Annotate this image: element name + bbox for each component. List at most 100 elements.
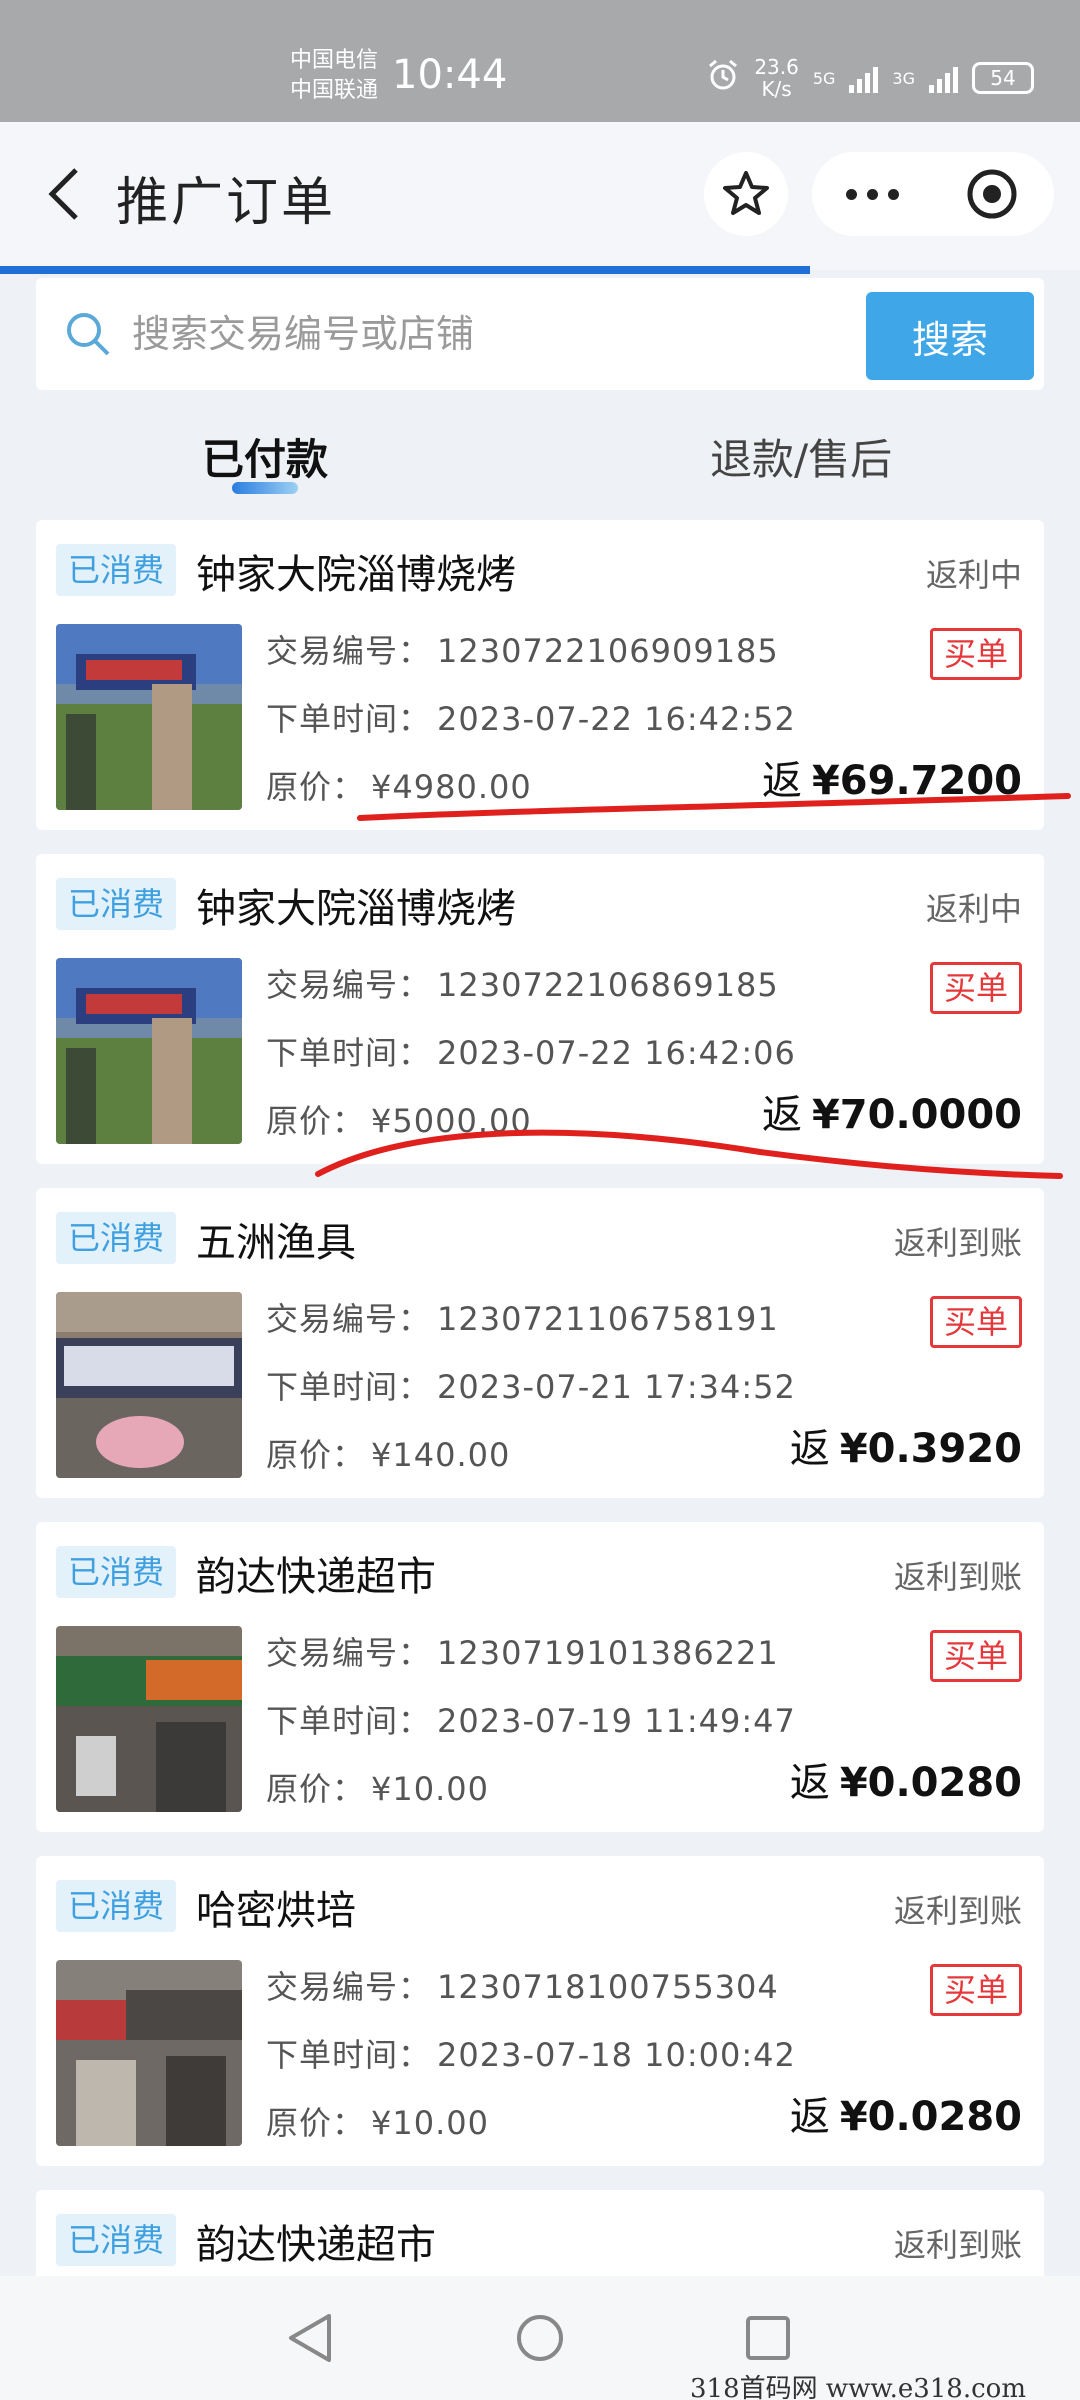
carrier-2: 中国联通 bbox=[290, 78, 379, 103]
transaction-number-label: 交易编号： bbox=[266, 1968, 432, 2006]
shop-photo bbox=[56, 1292, 242, 1478]
rebate-label: 返 bbox=[789, 1426, 830, 1472]
net-type-2: 3G bbox=[892, 68, 915, 88]
shop-name: 钟家大院淄博烧烤 bbox=[196, 552, 516, 598]
shop-name: 钟家大院淄博烧烤 bbox=[196, 886, 516, 932]
order-tabs: 已付款 退款/售后 bbox=[0, 420, 1080, 500]
order-time-row: 下单时间： 2023-07-22 16:42:52 bbox=[266, 694, 796, 740]
order-card[interactable]: 已消费 韵达快递超市 返利到账 交易编号： 1230719101386221 下单… bbox=[36, 1522, 1044, 1832]
order-time: 2023-07-22 16:42:06 bbox=[437, 1034, 796, 1072]
original-price: ¥4980.00 bbox=[371, 768, 532, 806]
order-time-label: 下单时间： bbox=[266, 1034, 432, 1072]
order-time: 2023-07-21 17:34:52 bbox=[437, 1368, 796, 1406]
order-time: 2023-07-18 10:00:42 bbox=[437, 2036, 796, 2074]
alarm-icon bbox=[706, 58, 740, 98]
transaction-number-label: 交易编号： bbox=[266, 1634, 432, 1672]
favorite-button[interactable] bbox=[704, 152, 788, 236]
buy-tag: 买单 bbox=[930, 1964, 1022, 2016]
order-card[interactable]: 已消费 五洲渔具 返利到账 交易编号： 1230721106758191 下单时间… bbox=[36, 1188, 1044, 1498]
buy-tag: 买单 bbox=[930, 962, 1022, 1014]
order-card[interactable]: 已消费 哈密烘培 返利到账 交易编号： 1230718100755304 下单时间… bbox=[36, 1856, 1044, 2166]
rebate-amount: 返 ¥69.7200 bbox=[762, 748, 1022, 806]
transaction-number-label: 交易编号： bbox=[266, 1300, 432, 1338]
order-time-label: 下单时间： bbox=[266, 1368, 432, 1406]
rebate-amount: 返 ¥0.0280 bbox=[790, 1750, 1022, 1808]
star-icon bbox=[723, 171, 769, 215]
buy-tag: 买单 bbox=[930, 1630, 1022, 1682]
network-speed: 23.6 K/s bbox=[754, 56, 799, 100]
tab-paid[interactable]: 已付款 bbox=[202, 426, 328, 487]
original-price-row: 原价： ¥140.00 bbox=[266, 1430, 510, 1476]
transaction-number-row: 交易编号： 1230722106869185 bbox=[266, 960, 779, 1006]
watermark-text: 318首码网 www.e318.com bbox=[690, 2374, 1026, 2400]
shop-name: 五洲渔具 bbox=[196, 1220, 356, 1266]
status-bar: 中国电信 中国联通 10:44 23.6 K/s 5G 3G 54 bbox=[0, 0, 1080, 122]
order-card[interactable]: 已消费 钟家大院淄博烧烤 返利中 交易编号： 1230722106909185 下… bbox=[36, 520, 1044, 830]
original-price-label: 原价： bbox=[266, 768, 366, 806]
miniapp-capsule bbox=[812, 152, 1054, 236]
close-miniapp-button[interactable] bbox=[932, 166, 1052, 222]
net-type-1: 5G bbox=[812, 68, 836, 88]
target-icon bbox=[967, 169, 1017, 219]
rebate-value: ¥69.7200 bbox=[811, 758, 1022, 804]
order-card[interactable]: 已消费 钟家大院淄博烧烤 返利中 交易编号： 1230722106869185 下… bbox=[36, 854, 1044, 1164]
active-tab-indicator bbox=[232, 482, 298, 494]
rebate-label: 返 bbox=[789, 1760, 830, 1806]
order-time-row: 下单时间： 2023-07-19 11:49:47 bbox=[266, 1696, 796, 1742]
consumed-tag: 已消费 bbox=[56, 544, 177, 596]
battery-icon: 54 bbox=[972, 62, 1034, 94]
search-bar: 搜索 bbox=[36, 278, 1044, 390]
nav-home-button[interactable] bbox=[510, 2308, 570, 2368]
order-time: 2023-07-19 11:49:47 bbox=[437, 1702, 796, 1740]
rebate-value: ¥0.0280 bbox=[839, 2094, 1022, 2140]
transaction-number: 1230722106869185 bbox=[437, 966, 779, 1004]
rebate-status: 返利到账 bbox=[893, 1224, 1022, 1262]
back-button[interactable] bbox=[34, 158, 94, 230]
transaction-number: 1230718100755304 bbox=[437, 1968, 779, 2006]
original-price: ¥10.00 bbox=[371, 2104, 489, 2142]
rebate-status: 返利中 bbox=[925, 890, 1022, 928]
transaction-number-label: 交易编号： bbox=[266, 632, 432, 670]
transaction-number: 1230719101386221 bbox=[437, 1634, 779, 1672]
shop-name: 哈密烘培 bbox=[196, 1888, 356, 1934]
square-recents-icon bbox=[746, 2316, 790, 2360]
original-price-label: 原价： bbox=[266, 1770, 366, 1808]
original-price: ¥10.00 bbox=[371, 1770, 489, 1808]
original-price: ¥5000.00 bbox=[371, 1102, 532, 1140]
order-list: 已消费 钟家大院淄博烧烤 返利中 交易编号： 1230722106909185 下… bbox=[36, 520, 1044, 2318]
order-time-row: 下单时间： 2023-07-18 10:00:42 bbox=[266, 2030, 796, 2076]
shop-photo bbox=[56, 624, 242, 810]
nav-back-button[interactable] bbox=[280, 2308, 340, 2368]
search-input[interactable] bbox=[132, 302, 872, 366]
transaction-number: 1230721106758191 bbox=[437, 1300, 779, 1338]
circle-home-icon bbox=[517, 2315, 563, 2361]
search-icon bbox=[67, 313, 110, 356]
order-time-row: 下单时间： 2023-07-22 16:42:06 bbox=[266, 1028, 796, 1074]
shop-photo bbox=[56, 958, 242, 1144]
carrier-1: 中国电信 bbox=[290, 48, 379, 73]
buy-tag: 买单 bbox=[930, 628, 1022, 680]
chevron-left-icon bbox=[48, 168, 78, 220]
rebate-status: 返利到账 bbox=[893, 2226, 1022, 2264]
rebate-amount: 返 ¥0.3920 bbox=[790, 1416, 1022, 1474]
status-icons: 23.6 K/s 5G 3G 54 bbox=[706, 56, 1034, 100]
more-button[interactable] bbox=[812, 188, 932, 200]
original-price-label: 原价： bbox=[266, 1102, 366, 1140]
order-time-label: 下单时间： bbox=[266, 1702, 432, 1740]
transaction-number: 1230722106909185 bbox=[437, 632, 779, 670]
transaction-number-row: 交易编号： 1230721106758191 bbox=[266, 1294, 779, 1340]
nav-recents-button[interactable] bbox=[738, 2308, 798, 2368]
signal-2-icon bbox=[929, 63, 958, 93]
rebate-value: ¥0.3920 bbox=[839, 1426, 1022, 1472]
signal-1-icon bbox=[849, 63, 879, 93]
search-button[interactable]: 搜索 bbox=[866, 292, 1034, 380]
order-time-label: 下单时间： bbox=[266, 700, 432, 738]
rebate-status: 返利到账 bbox=[893, 1558, 1022, 1596]
original-price-label: 原价： bbox=[266, 1436, 366, 1474]
original-price-row: 原价： ¥10.00 bbox=[266, 1764, 489, 1810]
order-time-label: 下单时间： bbox=[266, 2036, 432, 2074]
shop-name: 韵达快递超市 bbox=[196, 1554, 436, 1600]
speed-unit: K/s bbox=[761, 77, 792, 101]
rebate-value: ¥70.0000 bbox=[811, 1092, 1022, 1138]
tab-refund-aftersale[interactable]: 退款/售后 bbox=[710, 426, 892, 487]
